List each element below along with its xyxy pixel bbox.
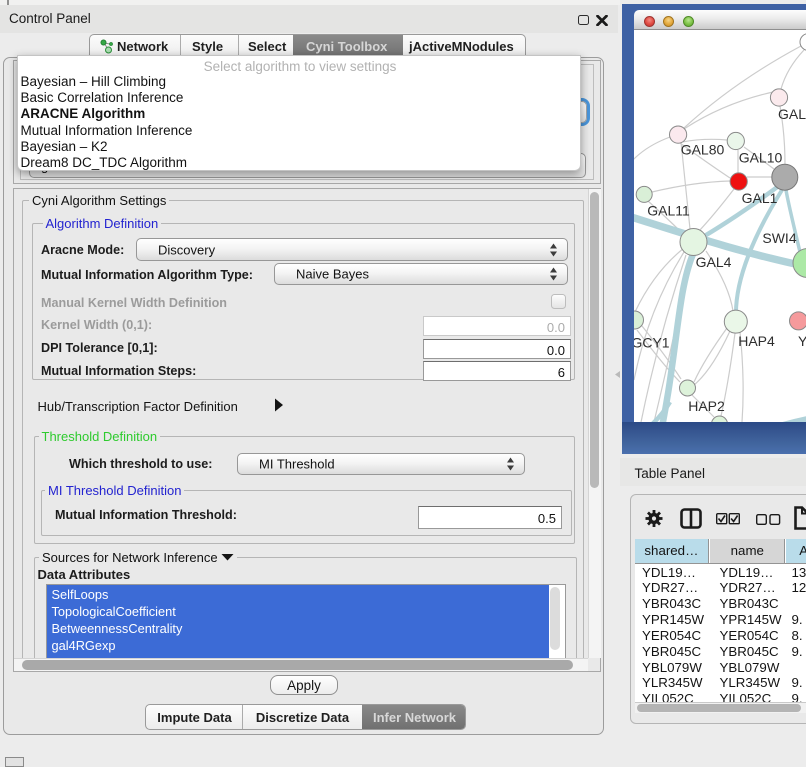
svg-text:GAL1: GAL1 bbox=[741, 190, 777, 206]
svg-text:GAL80: GAL80 bbox=[680, 142, 724, 158]
svg-text:YD: YD bbox=[798, 333, 806, 349]
svg-text:GAL10: GAL10 bbox=[738, 150, 782, 166]
svg-text:GAL11: GAL11 bbox=[647, 203, 690, 219]
svg-text:HAP2: HAP2 bbox=[688, 398, 725, 414]
svg-text:HAP4: HAP4 bbox=[738, 333, 775, 349]
svg-text:SWI4: SWI4 bbox=[762, 230, 796, 246]
svg-text:GAL7: GAL7 bbox=[778, 106, 806, 122]
svg-text:GCY1: GCY1 bbox=[634, 335, 670, 351]
svg-text:GAL4: GAL4 bbox=[695, 254, 731, 270]
